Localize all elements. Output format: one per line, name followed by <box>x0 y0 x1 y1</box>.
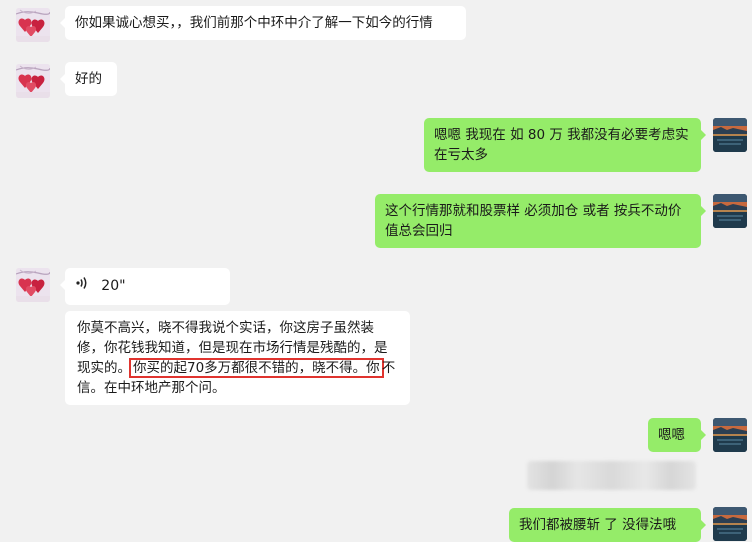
message-text: 嗯嗯 <box>658 427 685 443</box>
message-bubble-received-long[interactable]: 你莫不高兴，晓不得我说个实话，你这房子虽然装修，你花钱我知道，但是现在市场行情是… <box>65 311 410 405</box>
user-avatar-sunset-icon[interactable] <box>713 118 747 152</box>
message-bubble-received[interactable]: 好的 <box>60 62 117 96</box>
message-text: 你如果诚心想买，，我们前那个中环中介了解一下如今的行情 <box>75 15 433 31</box>
highlighted-text-box: 你买的起70多万都很不错的，晓不得。你 <box>129 358 384 378</box>
message-text: 我们都被腰斩 了 没得法哦 <box>519 517 677 533</box>
message-bubble-sent[interactable]: 嗯嗯 <box>648 418 706 452</box>
contact-avatar-hearts-icon[interactable] <box>16 268 50 302</box>
user-avatar-sunset-icon[interactable] <box>713 194 747 228</box>
message-text: 这个行情那就和股票样 必须加仓 或者 按兵不动价值总会回归 <box>385 203 682 239</box>
user-avatar-sunset-icon[interactable] <box>713 507 747 541</box>
message-text: 好的 <box>75 71 102 87</box>
voice-wave-icon <box>75 276 89 296</box>
message-bubble-sent[interactable]: 我们都被腰斩 了 没得法哦 <box>509 508 706 542</box>
contact-avatar-hearts-icon[interactable] <box>16 64 50 98</box>
user-avatar-sunset-icon[interactable] <box>713 418 747 452</box>
contact-avatar-hearts-icon[interactable] <box>16 8 50 42</box>
message-bubble-received[interactable]: 你如果诚心想买，，我们前那个中环中介了解一下如今的行情 <box>60 6 466 40</box>
message-text: 嗯嗯 我现在 如 80 万 我都没有必要考虑实在亏太多 <box>434 127 689 163</box>
voice-duration: 20" <box>101 278 126 294</box>
redacted-message <box>527 461 696 490</box>
message-bubble-sent[interactable]: 嗯嗯 我现在 如 80 万 我都没有必要考虑实在亏太多 <box>424 118 706 172</box>
message-bubble-sent[interactable]: 这个行情那就和股票样 必须加仓 或者 按兵不动价值总会回归 <box>375 194 706 248</box>
voice-message-bubble[interactable]: 20" <box>60 268 230 305</box>
